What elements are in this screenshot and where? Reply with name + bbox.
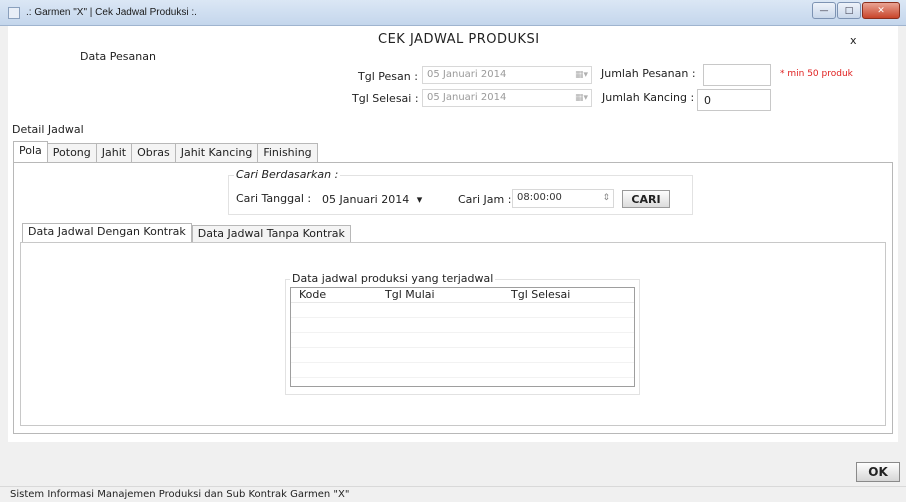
jumlah-pesanan-note: * min 50 produk [780, 69, 853, 79]
tab-jahit-kancing[interactable]: Jahit Kancing [174, 143, 259, 162]
tab-jadwal-tanpa-kontrak[interactable]: Data Jadwal Tanpa Kontrak [191, 225, 351, 242]
column-header-tgl-mulai[interactable]: Tgl Mulai [363, 288, 491, 302]
jumlah-pesanan-input[interactable] [703, 64, 771, 86]
cari-jam-spinner[interactable]: 08:00:00 ⇕ [512, 189, 614, 208]
table-header: Kode Tgl Mulai Tgl Selesai [291, 288, 634, 303]
table-row [291, 363, 634, 378]
section-label-data-pesanan: Data Pesanan [80, 50, 156, 63]
tgl-selesai-value: 05 Januari 2014 [427, 92, 507, 103]
tab-obras[interactable]: Obras [131, 143, 176, 162]
cari-jam-label: Cari Jam : [458, 193, 512, 206]
table-row [291, 333, 634, 348]
tab-pola[interactable]: Pola [13, 141, 48, 162]
ok-button[interactable]: OK [856, 462, 900, 482]
form-close-button[interactable]: x [850, 34, 857, 47]
minimize-button[interactable]: — [812, 2, 836, 19]
jadwal-subtabs: Data Jadwal Dengan Kontrak Data Jadwal T… [22, 223, 351, 242]
tgl-pesan-label: Tgl Pesan : [358, 70, 418, 83]
tab-jadwal-dengan-kontrak[interactable]: Data Jadwal Dengan Kontrak [22, 223, 192, 242]
window-controls: — □ ✕ [811, 2, 900, 19]
spinner-icon[interactable]: ⇕ [602, 193, 610, 203]
page-title: CEK JADWAL PRODUKSI [378, 32, 540, 47]
tab-finishing[interactable]: Finishing [257, 143, 318, 162]
chevron-down-icon: ▾ [416, 193, 423, 206]
table-row [291, 348, 634, 363]
column-header-kode[interactable]: Kode [291, 288, 363, 302]
tgl-pesan-datepicker[interactable]: 05 Januari 2014 ▦▾ [422, 66, 592, 84]
cari-jam-value: 08:00:00 [517, 192, 562, 203]
tgl-selesai-datepicker[interactable]: 05 Januari 2014 ▦▾ [422, 89, 592, 107]
jumlah-pesanan-label: Jumlah Pesanan : [601, 67, 696, 80]
window-title: .: Garmen "X" | Cek Jadwal Produksi :. [26, 7, 197, 18]
jumlah-kancing-input[interactable]: 0 [697, 89, 771, 111]
tab-potong[interactable]: Potong [46, 143, 97, 162]
cari-button[interactable]: CARI [622, 190, 670, 208]
table-group-label: Data jadwal produksi yang terjadwal [290, 272, 496, 285]
status-bar: Sistem Informasi Manajemen Produksi dan … [0, 486, 906, 502]
cari-tanggal-label: Cari Tanggal : [236, 192, 312, 205]
table-row [291, 318, 634, 333]
table-row [291, 303, 634, 318]
cari-tanggal-value: 05 Januari 2014 [322, 193, 410, 206]
window-titlebar[interactable]: .: Garmen "X" | Cek Jadwal Produksi :. —… [0, 0, 906, 26]
detail-jadwal-label: Detail Jadwal [12, 123, 84, 136]
status-text: Sistem Informasi Manajemen Produksi dan … [10, 489, 350, 500]
cari-tanggal-dropdown[interactable]: 05 Januari 2014 ▾ [322, 193, 422, 206]
jadwal-table[interactable]: Kode Tgl Mulai Tgl Selesai [290, 287, 635, 387]
maximize-button[interactable]: □ [837, 2, 861, 19]
close-window-button[interactable]: ✕ [862, 2, 900, 19]
jumlah-kancing-label: Jumlah Kancing : [602, 91, 695, 104]
app-icon [8, 7, 20, 19]
tgl-pesan-value: 05 Januari 2014 [427, 69, 507, 80]
detail-tabs: Pola Potong Jahit Obras Jahit Kancing Fi… [13, 141, 318, 162]
tab-jahit[interactable]: Jahit [95, 143, 133, 162]
column-header-tgl-selesai[interactable]: Tgl Selesai [491, 288, 631, 302]
tgl-selesai-label: Tgl Selesai : [352, 92, 419, 105]
calendar-dropdown-icon: ▦▾ [574, 93, 588, 103]
calendar-dropdown-icon: ▦▾ [574, 70, 588, 80]
search-group-label: Cari Berdasarkan : [234, 168, 341, 181]
